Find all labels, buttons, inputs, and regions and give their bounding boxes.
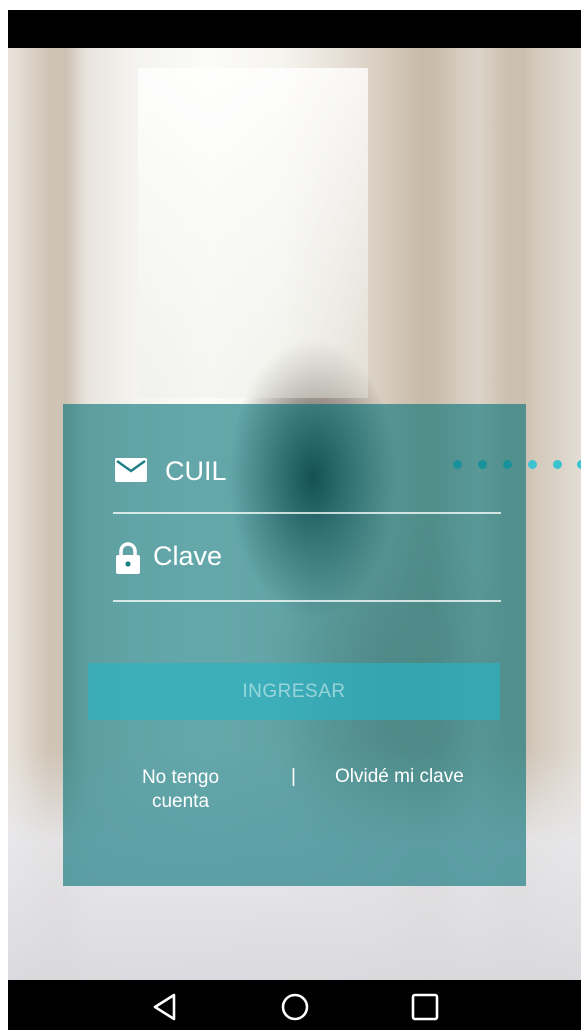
recents-square-icon[interactable]	[410, 992, 440, 1022]
forgot-password-link[interactable]: Olvidé mi clave	[335, 766, 464, 788]
back-triangle-icon[interactable]	[150, 992, 180, 1022]
page-indicator-dot	[577, 460, 581, 469]
cuil-placeholder: CUIL	[165, 456, 227, 486]
ingresar-button[interactable]: INGRESAR	[88, 663, 500, 720]
no-account-link[interactable]: No tengo cuenta	[123, 766, 238, 814]
page-indicator-dot	[528, 460, 537, 469]
links-separator: |	[291, 766, 296, 787]
home-circle-icon[interactable]	[280, 992, 310, 1022]
mail-icon	[115, 458, 147, 482]
background-window	[138, 68, 368, 398]
clave-placeholder: Clave	[153, 541, 223, 571]
lock-icon	[116, 542, 140, 574]
login-card: CUIL Clave INGRESAR No tengo cuenta | Ol…	[63, 404, 526, 886]
cuil-field[interactable]: CUIL	[113, 424, 501, 514]
auth-links: No tengo cuenta | Olvidé mi clave	[63, 766, 526, 826]
clave-field[interactable]: Clave	[113, 512, 501, 602]
navigation-bar	[8, 980, 581, 1030]
page-indicator-dot	[553, 460, 562, 469]
status-bar	[8, 10, 581, 48]
